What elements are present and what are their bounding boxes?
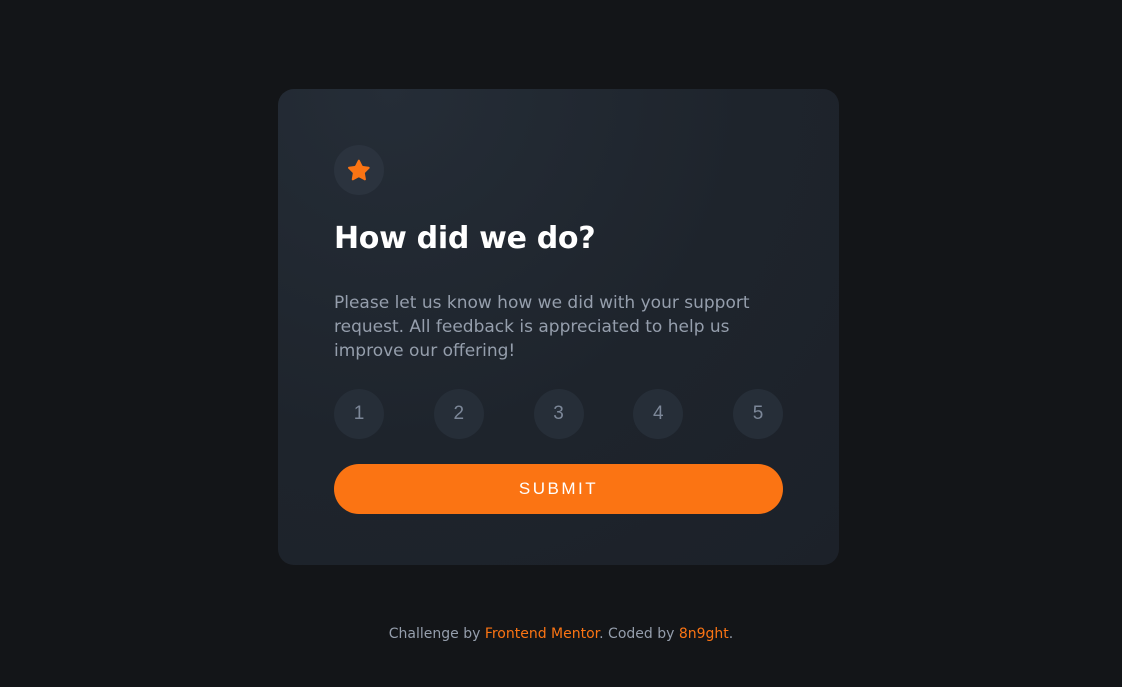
attribution: Challenge by Frontend Mentor. Coded by 8… bbox=[0, 624, 1122, 644]
author-link[interactable]: 8n9ght bbox=[679, 626, 729, 642]
rating-option-1[interactable]: 1 bbox=[334, 389, 384, 439]
attribution-middle: . Coded by bbox=[599, 626, 679, 642]
rating-options: 1 2 3 4 5 bbox=[334, 389, 783, 439]
rating-card: How did we do? Please let us know how we… bbox=[278, 89, 839, 565]
submit-button[interactable]: SUBMIT bbox=[334, 464, 783, 514]
frontend-mentor-link[interactable]: Frontend Mentor bbox=[485, 626, 599, 642]
rating-option-3[interactable]: 3 bbox=[533, 389, 584, 439]
star-icon-container bbox=[334, 145, 384, 195]
attribution-suffix: . bbox=[728, 626, 734, 642]
attribution-prefix: Challenge by bbox=[388, 626, 485, 642]
rating-option-5[interactable]: 5 bbox=[733, 389, 783, 439]
star-icon bbox=[348, 159, 370, 181]
card-description: Please let us know how we did with your … bbox=[334, 293, 750, 361]
rating-option-4[interactable]: 4 bbox=[633, 389, 684, 439]
rating-option-2[interactable]: 2 bbox=[433, 389, 484, 439]
card-title: How did we do? bbox=[334, 221, 596, 256]
